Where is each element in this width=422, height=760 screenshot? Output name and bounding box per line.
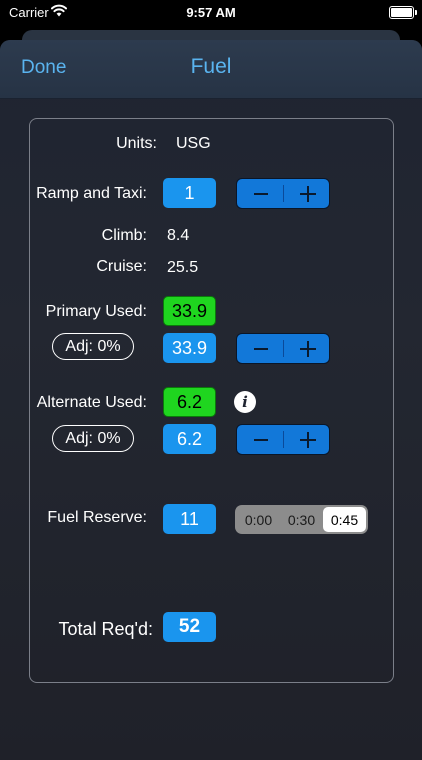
climb-value: 8.4 <box>167 227 190 244</box>
units-value: USG <box>176 135 211 152</box>
nav-bar: Done Fuel <box>0 40 422 99</box>
primary-adjusted-value[interactable]: 33.9 <box>163 333 216 363</box>
alternate-plus-button[interactable] <box>284 425 330 454</box>
alternate-stepper <box>236 424 330 455</box>
fuel-sheet: Done Fuel Units: USG Ramp and Taxi: 1 Cl… <box>0 40 422 760</box>
alternate-used-value: 6.2 <box>163 387 216 417</box>
ramp-taxi-minus-button[interactable] <box>237 179 283 208</box>
alternate-adj-button[interactable]: Adj: 0% <box>52 425 134 452</box>
fuel-reserve-value[interactable]: 11 <box>163 504 216 534</box>
done-button[interactable]: Done <box>21 57 66 79</box>
alternate-adjusted-value[interactable]: 6.2 <box>163 424 216 454</box>
status-bar: Carrier 9:57 AM <box>0 0 422 26</box>
primary-plus-button[interactable] <box>284 334 330 363</box>
ramp-taxi-plus-button[interactable] <box>284 179 330 208</box>
total-required-value: 52 <box>163 612 216 642</box>
primary-adj-button[interactable]: Adj: 0% <box>52 333 134 360</box>
cruise-value: 25.5 <box>167 259 199 276</box>
primary-minus-button[interactable] <box>237 334 283 363</box>
ramp-taxi-label: Ramp and Taxi: <box>36 185 147 202</box>
climb-label: Climb: <box>101 227 147 244</box>
primary-used-label: Primary Used: <box>45 303 147 320</box>
ramp-taxi-stepper <box>236 178 330 209</box>
fuel-panel: Units: USG Ramp and Taxi: 1 Climb: 8.4 C… <box>29 118 394 683</box>
fuel-reserve-label: Fuel Reserve: <box>47 509 147 526</box>
cruise-label: Cruise: <box>96 258 147 275</box>
reserve-option-0-45[interactable]: 0:45 <box>323 507 366 532</box>
reserve-option-0-30[interactable]: 0:30 <box>280 507 323 532</box>
total-required-label: Total Req'd: <box>58 619 154 639</box>
status-time: 9:57 AM <box>186 5 236 20</box>
ramp-taxi-value[interactable]: 1 <box>163 178 216 208</box>
battery-icon <box>389 6 417 19</box>
units-label: Units: <box>116 135 157 152</box>
alternate-used-label: Alternate Used: <box>36 394 147 411</box>
info-icon[interactable]: i <box>234 391 256 413</box>
primary-used-value: 33.9 <box>163 296 216 326</box>
reserve-time-segmented-control: 0:00 0:30 0:45 <box>235 505 368 534</box>
alternate-minus-button[interactable] <box>237 425 283 454</box>
primary-stepper <box>236 333 330 364</box>
reserve-option-0-00[interactable]: 0:00 <box>237 507 280 532</box>
